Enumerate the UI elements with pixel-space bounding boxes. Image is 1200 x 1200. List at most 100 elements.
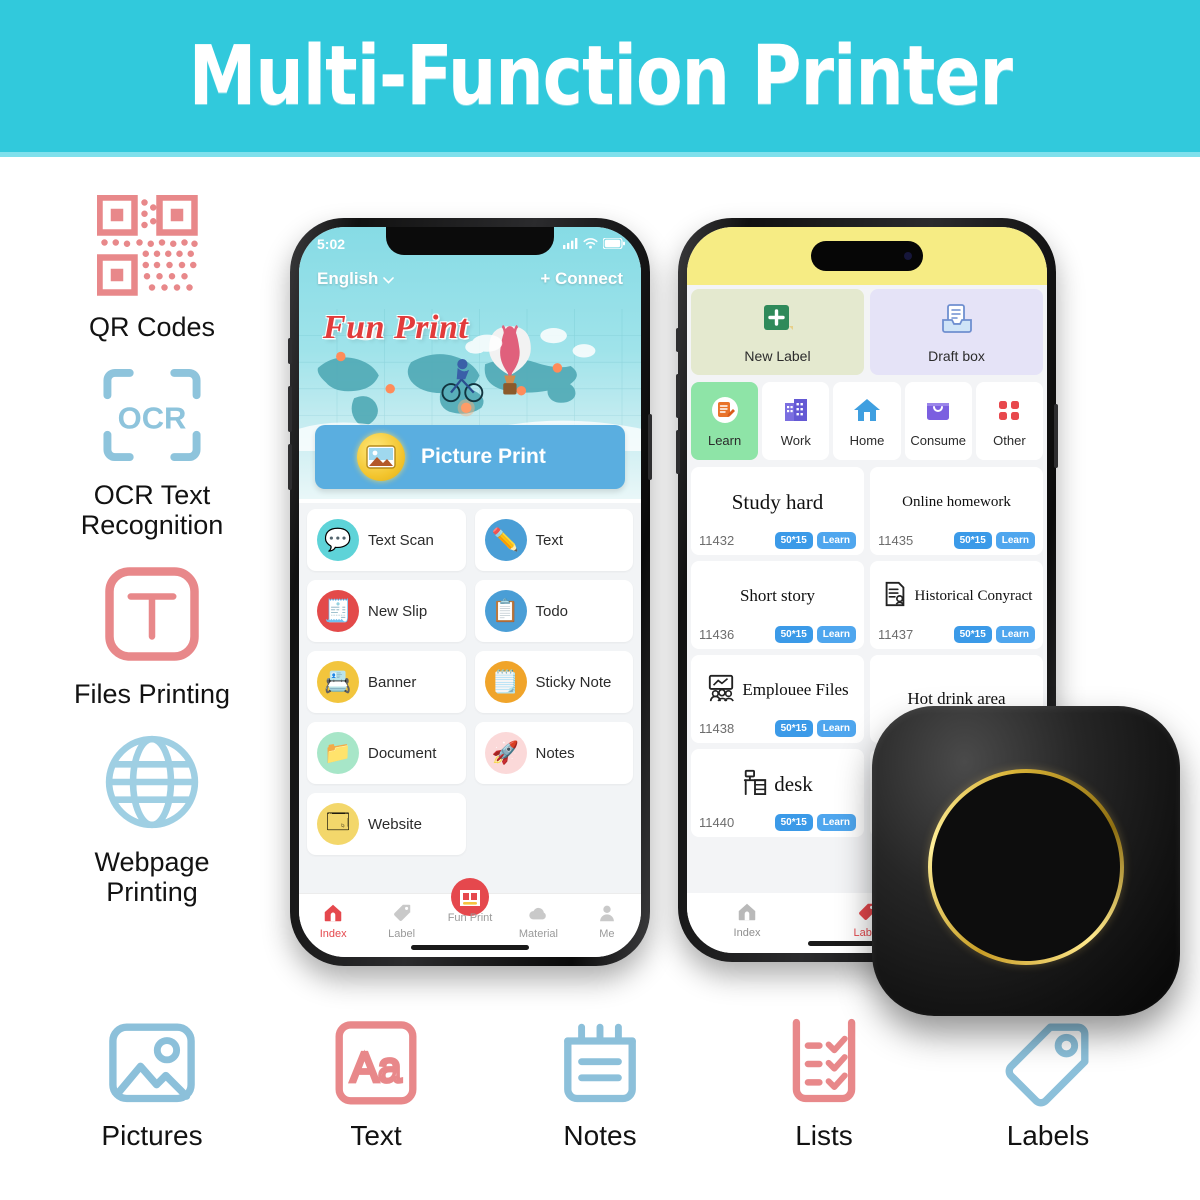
app-shortcut-document[interactable]: 📁 Document <box>307 722 466 784</box>
category-label: Consume <box>910 432 967 448</box>
wifi-icon <box>583 236 598 252</box>
header-banner: Multi-Function Printer <box>0 0 1200 152</box>
language-selector[interactable]: English <box>317 269 395 289</box>
dynamic-island <box>811 241 923 271</box>
app-shortcut-new-slip[interactable]: 🧾 New Slip <box>307 580 466 642</box>
category-consume[interactable]: Consume <box>904 382 972 460</box>
phone-power-button[interactable] <box>648 414 652 480</box>
label-category-badge: Learn <box>816 532 856 549</box>
label-template-card[interactable]: Short story 11436 50*15 Learn <box>691 561 864 649</box>
feature-label: Webpage Printing <box>94 846 210 908</box>
label-template-card[interactable]: Online homework 11435 50*15 Learn <box>870 467 1043 555</box>
tag-icon <box>1002 1016 1094 1112</box>
app-shortcut-notes[interactable]: 🚀 Notes <box>474 722 633 784</box>
home-indicator <box>411 945 529 950</box>
receipt-icon: 🧾 <box>317 590 359 632</box>
rocket-icon: 🚀 <box>484 732 527 774</box>
label-category-badge: Learn <box>816 720 856 737</box>
globe-icon <box>99 723 205 841</box>
tab-label[interactable]: Label <box>367 900 435 940</box>
app-cell-empty <box>475 793 634 855</box>
feature-lists: Lists <box>729 1016 919 1152</box>
label-category-badge: Learn <box>995 532 1035 549</box>
tab-label: Material <box>518 928 558 940</box>
text-file-icon <box>102 555 202 673</box>
phone2-volume-up-button[interactable] <box>676 374 680 418</box>
feature-text: Aa Text <box>281 1016 471 1152</box>
signal-icon <box>563 236 578 252</box>
learn-icon <box>710 395 740 430</box>
category-learn[interactable]: Learn <box>691 382 759 460</box>
label-category-badge: Learn <box>995 626 1035 643</box>
app-shortcut-label: Document <box>368 744 437 762</box>
label-size-badge: 50*15 <box>774 720 813 737</box>
app-shortcut-label: New Slip <box>368 602 428 620</box>
photo-icon <box>357 433 405 481</box>
tab-material[interactable]: Material <box>504 900 572 940</box>
label-size-badge: 50*15 <box>953 626 992 643</box>
sticky-note-icon: 🗒️ <box>484 661 527 703</box>
category-label: Learn <box>707 432 742 448</box>
battery-icon <box>602 236 625 252</box>
pencil-icon: ✏️ <box>484 519 527 561</box>
label-title: Short story <box>739 586 816 606</box>
todo-icon: 📋 <box>484 590 527 632</box>
phone-mute-button[interactable] <box>288 338 292 364</box>
quick-card-draft-box[interactable]: Draft box <box>870 289 1043 375</box>
phone-volume-down-button[interactable] <box>288 444 292 490</box>
tab2-index[interactable]: Index <box>687 899 807 939</box>
category-work[interactable]: Work <box>762 382 830 460</box>
left-feature-list: QR Codes OCR OCR Text Recognition Files P… <box>38 188 266 921</box>
phone2-volume-down-button[interactable] <box>676 430 680 474</box>
cloud-icon <box>527 900 549 926</box>
app-shortcut-label: Text Scan <box>368 531 434 549</box>
feature-label: Lists <box>795 1120 853 1151</box>
tab-index[interactable]: Index <box>299 900 367 940</box>
label-template-card[interactable]: Emplouee Files 11438 50*15 Learn <box>691 655 864 743</box>
feature-label: QR Codes <box>88 312 216 342</box>
connect-button[interactable]: + Connect <box>540 269 623 289</box>
phone-volume-up-button[interactable] <box>288 386 292 432</box>
tab-label: Me <box>599 928 615 940</box>
tab-label: Label <box>388 928 416 940</box>
status-bar: 5:02 <box>299 227 641 257</box>
svg-text:Aa: Aa <box>351 1044 403 1090</box>
label-template-card[interactable]: desk 11440 50*15 Learn <box>691 749 864 837</box>
label-id: 11440 <box>699 815 735 830</box>
tab-me[interactable]: Me <box>573 900 641 940</box>
label-template-card[interactable]: Historical Conyract 11437 50*15 Learn <box>870 561 1043 649</box>
svg-text:OCR: OCR <box>118 401 187 436</box>
tab2-label: Index <box>733 927 761 939</box>
app-shortcut-text-scan[interactable]: 💬 Text Scan <box>307 509 466 571</box>
picture-print-button[interactable]: Picture Print <box>315 425 625 489</box>
feature-label: Files Printing <box>73 678 231 709</box>
app-shortcut-sticky-note[interactable]: 🗒️ Sticky Note <box>474 651 633 713</box>
hero-top-controls: English + Connect <box>299 269 641 289</box>
language-label: English <box>317 269 379 288</box>
feature-qr-codes: QR Codes <box>38 188 266 342</box>
feature-label: Labels <box>1006 1120 1090 1151</box>
phone2-power-button[interactable] <box>1054 404 1058 468</box>
label-template-card[interactable]: Study hard 11432 50*15 Learn <box>691 467 864 555</box>
desk-icon <box>742 768 768 801</box>
app-shortcut-todo[interactable]: 📋 Todo <box>474 580 633 642</box>
label-id: 11436 <box>699 627 735 642</box>
app-shortcut-label: Website <box>368 815 422 833</box>
home-icon <box>736 899 758 925</box>
app-shortcut-label: Banner <box>368 673 417 691</box>
app-shortcut-text[interactable]: ✏️ Text <box>474 509 633 571</box>
category-home[interactable]: Home <box>833 382 901 460</box>
tab-fun-print[interactable]: Fun Print <box>436 878 504 924</box>
qr-code-icon <box>97 188 207 306</box>
page-title: Multi-Function Printer <box>188 28 1012 124</box>
app-shortcut-website[interactable]: 🗔️ Website <box>307 793 466 855</box>
category-other[interactable]: Other <box>975 382 1044 460</box>
app-shortcut-label: Todo <box>535 602 569 620</box>
label-title: Study hard <box>731 489 824 514</box>
picture-icon <box>106 1016 198 1112</box>
phone2-mute-button[interactable] <box>676 328 680 352</box>
app-shortcut-banner[interactable]: 📇 Banner <box>307 651 466 713</box>
text-scan-icon: 💬 <box>317 519 359 561</box>
quick-card-new-label[interactable]: New Label <box>691 289 864 375</box>
draft-box-icon <box>937 300 977 345</box>
